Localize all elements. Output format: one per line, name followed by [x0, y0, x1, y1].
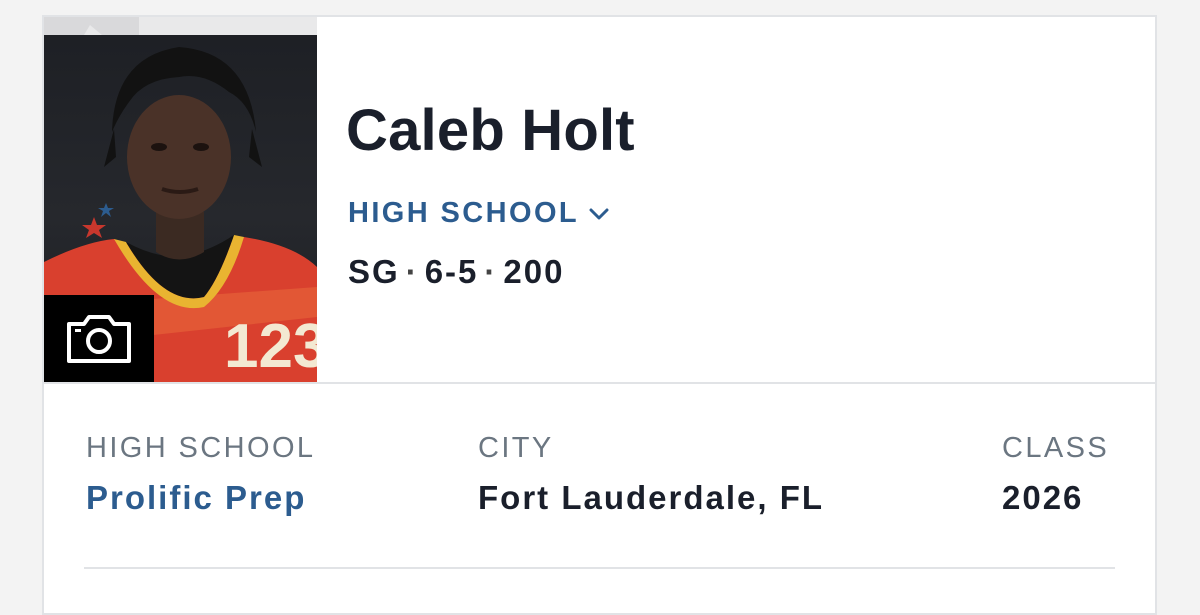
bottom-divider [84, 567, 1115, 569]
player-weight: 200 [503, 253, 565, 290]
section-divider [44, 382, 1155, 384]
chevron-down-icon [589, 208, 609, 219]
level-dropdown-label: HIGH SCHOOL [348, 197, 580, 229]
separator: · [484, 253, 498, 290]
jersey-number: 123 [224, 312, 317, 381]
class-field: CLASS 2026 [1002, 432, 1109, 517]
player-position: SG [348, 253, 400, 290]
player-height: 6-5 [424, 253, 479, 290]
change-photo-button[interactable] [44, 295, 154, 382]
player-profile-card: 123 Caleb Holt HIGH SCHOOL SG · 6-5 · 200 HI… [42, 15, 1157, 615]
city-label: CITY [478, 432, 554, 464]
player-photo: 123 [44, 17, 317, 382]
level-dropdown[interactable]: HIGH SCHOOL [348, 197, 609, 230]
high-school-field: HIGH SCHOOL Prolific Prep [86, 432, 315, 517]
class-value: 2026 [1002, 479, 1084, 516]
class-label: CLASS [1002, 432, 1110, 464]
camera-icon [67, 314, 131, 363]
separator: · [405, 253, 419, 290]
high-school-label: HIGH SCHOOL [86, 432, 316, 464]
player-attributes: SG · 6-5 · 200 [348, 253, 564, 291]
city-field: CITY Fort Lauderdale, FL [478, 432, 824, 517]
high-school-link[interactable]: Prolific Prep [86, 479, 315, 517]
city-value: Fort Lauderdale, FL [478, 479, 825, 516]
player-name: Caleb Holt [346, 98, 635, 163]
